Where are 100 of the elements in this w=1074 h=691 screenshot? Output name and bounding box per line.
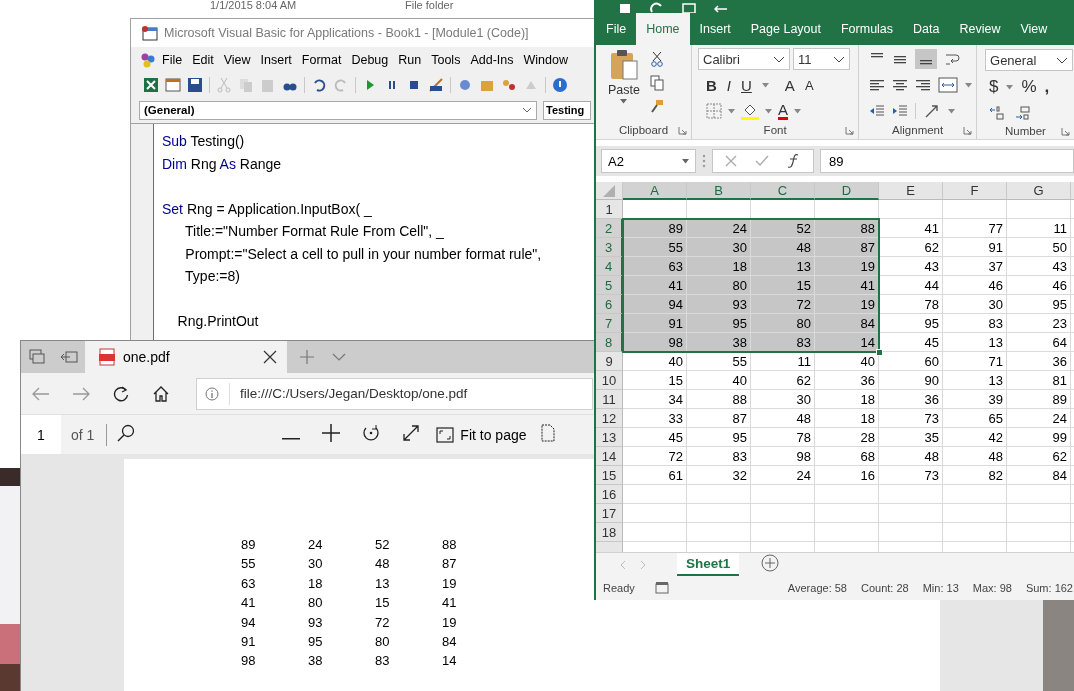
table-cell[interactable]: 87: [815, 238, 879, 257]
vba-menu-icon[interactable]: [139, 51, 157, 69]
row-header[interactable]: 10: [596, 371, 623, 390]
percent-button[interactable]: %: [1021, 77, 1037, 97]
table-cell[interactable]: 88: [687, 390, 751, 409]
more-icon[interactable]: [702, 154, 706, 168]
table-cell[interactable]: [1007, 504, 1071, 523]
table-cell[interactable]: [687, 485, 751, 504]
table-cell[interactable]: 77: [943, 219, 1007, 238]
table-cell[interactable]: 64: [1007, 333, 1071, 352]
table-cell[interactable]: 48: [943, 447, 1007, 466]
ribbon-tab[interactable]: Home: [636, 13, 690, 45]
caret-icon[interactable]: [765, 108, 772, 114]
search-icon[interactable]: [117, 424, 136, 442]
table-cell[interactable]: 28: [815, 428, 879, 447]
table-cell[interactable]: 90: [879, 371, 943, 390]
page-icon[interactable]: [540, 424, 555, 442]
table-cell[interactable]: 83: [687, 447, 751, 466]
form-icon[interactable]: [165, 77, 181, 93]
table-cell[interactable]: 48: [751, 238, 815, 257]
number-format-dropdown[interactable]: General: [985, 49, 1073, 71]
underline-button[interactable]: U: [741, 76, 752, 94]
refresh-icon[interactable]: [113, 385, 129, 402]
table-cell[interactable]: [751, 523, 815, 542]
table-cell[interactable]: [1007, 200, 1071, 219]
format-painter-icon[interactable]: [649, 99, 664, 113]
table-cell[interactable]: 13: [751, 257, 815, 276]
form-icon[interactable]: [682, 0, 696, 13]
table-cell[interactable]: 16: [815, 466, 879, 485]
zoom-out-icon[interactable]: [282, 437, 301, 440]
table-cell[interactable]: 36: [1007, 352, 1071, 371]
column-header[interactable]: A: [623, 182, 687, 200]
table-cell[interactable]: [687, 523, 751, 542]
menu-item[interactable]: Edit: [187, 53, 219, 67]
menu-item[interactable]: View: [218, 53, 256, 67]
forward-icon[interactable]: [72, 386, 90, 401]
tabs-aside-icon[interactable]: [60, 350, 78, 364]
table-cell[interactable]: 55: [623, 238, 687, 257]
caret-icon[interactable]: [948, 108, 956, 114]
table-cell[interactable]: 44: [879, 276, 943, 295]
table-cell[interactable]: 83: [943, 314, 1007, 333]
table-cell[interactable]: 62: [1007, 447, 1071, 466]
bold-button[interactable]: B: [706, 76, 717, 94]
table-cell[interactable]: 73: [879, 466, 943, 485]
menu-item[interactable]: File: [157, 53, 188, 67]
table-cell[interactable]: 13: [943, 333, 1007, 352]
table-cell[interactable]: 37: [943, 257, 1007, 276]
table-cell[interactable]: [815, 485, 879, 504]
align-right-icon[interactable]: [915, 78, 932, 92]
formula-field[interactable]: 89: [820, 149, 1074, 173]
table-cell[interactable]: 41: [815, 276, 879, 295]
table-cell[interactable]: 36: [879, 390, 943, 409]
table-cell[interactable]: 89: [1007, 390, 1071, 409]
object-dropdown[interactable]: (General): [139, 100, 537, 120]
decrease-indent-icon[interactable]: [869, 104, 886, 118]
table-cell[interactable]: 24: [1007, 409, 1071, 428]
browser-icon[interactable]: [501, 77, 517, 93]
table-cell[interactable]: 43: [879, 257, 943, 276]
table-cell[interactable]: 45: [623, 428, 687, 447]
table-cell[interactable]: [879, 504, 943, 523]
table-cell[interactable]: 34: [623, 390, 687, 409]
table-cell[interactable]: 40: [623, 352, 687, 371]
table-cell[interactable]: 11: [1007, 219, 1071, 238]
table-cell[interactable]: [623, 485, 687, 504]
explorer-icon[interactable]: [457, 77, 473, 93]
row-header[interactable]: 11: [596, 390, 623, 409]
row-header[interactable]: 5: [596, 276, 623, 295]
font-color-button[interactable]: A: [778, 102, 788, 120]
table-cell[interactable]: 41: [879, 219, 943, 238]
fit-to-page-button[interactable]: Fit to page: [436, 426, 527, 443]
enter-icon[interactable]: [755, 155, 769, 167]
table-cell[interactable]: 18: [815, 409, 879, 428]
table-cell[interactable]: 13: [943, 371, 1007, 390]
table-cell[interactable]: [1007, 523, 1071, 542]
table-cell[interactable]: 94: [623, 295, 687, 314]
table-cell[interactable]: 15: [623, 371, 687, 390]
table-cell[interactable]: 95: [687, 428, 751, 447]
fill-color-icon[interactable]: [741, 102, 759, 120]
table-cell[interactable]: 42: [943, 428, 1007, 447]
table-cell[interactable]: 93: [687, 295, 751, 314]
table-cell[interactable]: 48: [879, 447, 943, 466]
table-cell[interactable]: [943, 485, 1007, 504]
sheet-tab[interactable]: Sheet1: [677, 553, 740, 576]
table-cell[interactable]: [815, 523, 879, 542]
table-cell[interactable]: [623, 504, 687, 523]
table-cell[interactable]: 84: [1007, 466, 1071, 485]
column-header[interactable]: B: [687, 182, 751, 200]
shrink-font-button[interactable]: A: [804, 77, 814, 93]
table-cell[interactable]: 40: [687, 371, 751, 390]
increase-decimal-icon[interactable]: [989, 105, 1005, 121]
table-cell[interactable]: [943, 200, 1007, 219]
menu-item[interactable]: Add-Ins: [465, 53, 519, 67]
row-header[interactable]: 2: [596, 219, 623, 238]
undo-icon[interactable]: [311, 77, 327, 93]
table-cell[interactable]: 80: [687, 276, 751, 295]
table-cell[interactable]: [1007, 485, 1071, 504]
caret-icon[interactable]: [761, 82, 769, 88]
table-cell[interactable]: 98: [751, 447, 815, 466]
table-cell[interactable]: 78: [879, 295, 943, 314]
menu-item[interactable]: Window: [518, 53, 573, 67]
